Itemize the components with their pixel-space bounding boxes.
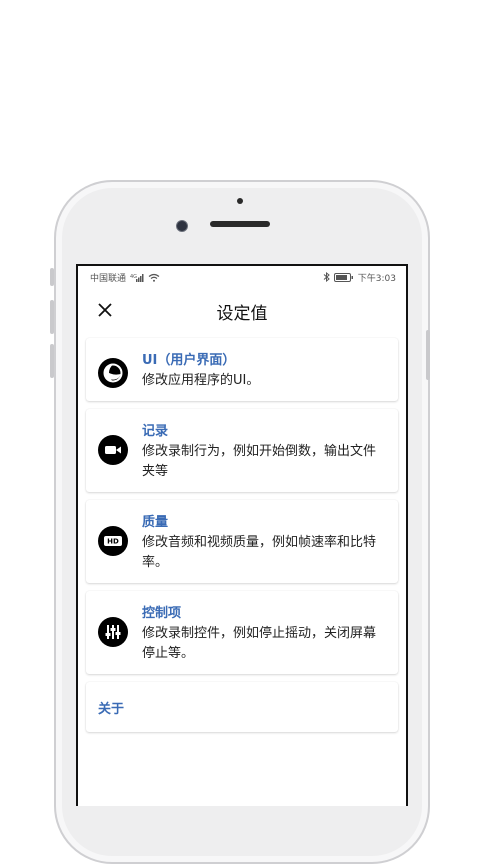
volume-button [50,268,54,286]
volume-down-button [50,344,54,378]
svg-text:HD: HD [107,538,119,546]
status-left: 中国联通 4G [90,271,160,284]
hd-icon: HD [98,526,128,556]
settings-item-controls[interactable]: 控制项 修改录制控件，例如停止摇动，关闭屏幕停止等。 [86,591,398,674]
close-icon [98,303,112,317]
theme-icon [98,358,128,388]
settings-item-desc: 修改音频和视频质量，例如帧速率和比特率。 [142,535,377,570]
wifi-icon [148,273,160,282]
status-right: 下午3:03 [323,271,396,284]
battery-icon [333,272,353,282]
signal-icon: 4G [130,273,144,282]
settings-item-ui[interactable]: UI（用户界面） 修改应用程序的UI。 [86,338,398,401]
settings-item-title: UI（用户界面） [142,353,236,368]
carrier-label: 中国联通 [90,273,127,284]
settings-item-text: 质量 修改音频和视频质量，例如帧速率和比特率。 [142,500,398,583]
front-camera [176,220,188,232]
settings-item-desc: 修改录制控件，例如停止摇动，关闭屏幕停止等。 [142,626,377,661]
settings-item-title: 质量 [142,515,169,530]
settings-item-text: 控制项 修改录制控件，例如停止摇动，关闭屏幕停止等。 [142,591,398,674]
settings-item-quality[interactable]: HD 质量 修改音频和视频质量，例如帧速率和比特率。 [86,500,398,583]
clock: 下午3:03 [357,273,396,284]
bluetooth-icon [323,272,330,282]
settings-item-text: UI（用户界面） 修改应用程序的UI。 [142,338,269,401]
earpiece-speaker [210,221,270,227]
proximity-sensor [237,198,243,204]
close-button[interactable] [94,299,116,321]
about-item[interactable]: 关于 [86,682,398,732]
settings-item-title: 记录 [142,424,169,439]
settings-item-text: 记录 修改录制行为，例如开始倒数，输出文件夹等 [142,409,398,492]
volume-up-button [50,300,54,334]
settings-item-title: 控制项 [142,606,182,621]
video-camera-icon [98,435,128,465]
settings-item-desc: 修改应用程序的UI。 [142,373,260,388]
equalizer-icon [98,617,128,647]
status-bar: 中国联通 4G 下午3:03 [78,266,406,288]
settings-item-desc: 修改录制行为，例如开始倒数，输出文件夹等 [142,444,377,479]
settings-item-recording[interactable]: 记录 修改录制行为，例如开始倒数，输出文件夹等 [86,409,398,492]
power-button [426,330,430,380]
settings-list: UI（用户界面） 修改应用程序的UI。 记录 修改录制行为，例如开始倒数，输出文… [78,334,406,732]
page-title: 设定值 [216,303,268,324]
screen: 中国联通 4G 下午3:03 设定值 UI（用户界面） 修改应用程序的UI。 记… [76,264,408,806]
app-bar: 设定值 [78,288,406,334]
about-label: 关于 [98,701,125,717]
